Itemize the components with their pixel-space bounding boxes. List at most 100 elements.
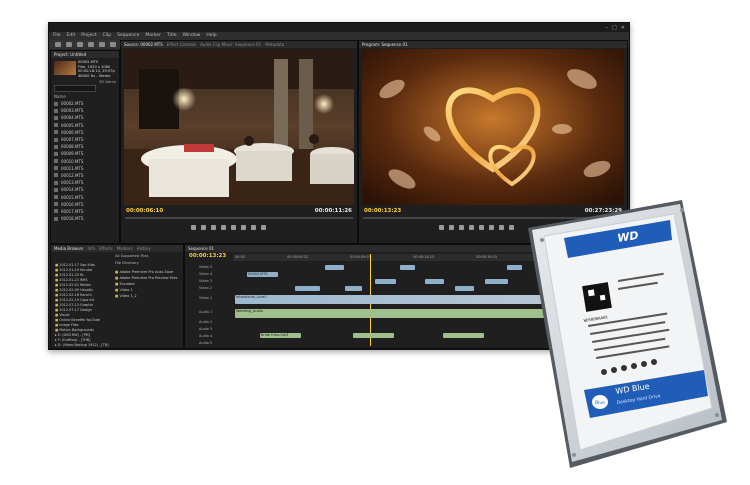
clip-file-icon	[54, 130, 58, 135]
menu-project[interactable]: Project	[81, 32, 96, 40]
overwrite-icon[interactable]	[251, 225, 256, 230]
name-column-header[interactable]: Name	[54, 94, 66, 99]
tab-source[interactable]: Source: 00002.MTS	[124, 41, 163, 48]
export-frame-icon[interactable]	[261, 225, 266, 230]
menu-file[interactable]: File	[53, 32, 61, 40]
list-item[interactable]: 00018.MTS	[51, 215, 119, 222]
insert-icon[interactable]	[241, 225, 246, 230]
source-timecode-in[interactable]: 00:00:06:10	[126, 208, 163, 214]
step-forward-icon[interactable]	[231, 225, 236, 230]
menu-sequence[interactable]: Sequence	[117, 32, 139, 40]
tab-effects[interactable]: Effects	[99, 245, 113, 252]
list-item[interactable]: 00009.MTS	[51, 150, 119, 157]
ripple-edit-tool-icon[interactable]	[77, 42, 83, 47]
video-clip-main[interactable]: Intentional_Love1	[235, 295, 571, 304]
video-clip[interactable]	[425, 279, 444, 284]
folder-label: Visual	[59, 313, 70, 317]
video-clip[interactable]	[507, 265, 522, 270]
menu-edit[interactable]: Edit	[67, 32, 76, 40]
tab-history[interactable]: History	[137, 245, 151, 252]
tab-markers[interactable]: Markers	[117, 245, 133, 252]
menu-window[interactable]: Window	[183, 32, 201, 40]
file-item[interactable]: ■ Video 1_2	[115, 293, 181, 299]
list-item[interactable]: 00003.MTS	[51, 107, 119, 114]
track-header-video-4[interactable]: Video 4	[185, 271, 247, 277]
video-clip[interactable]	[375, 279, 396, 284]
list-item[interactable]: 00010.MTS	[51, 158, 119, 165]
list-item[interactable]: 00013.MTS	[51, 179, 119, 186]
audio-clip[interactable]: Wedding_Audio	[235, 309, 571, 318]
menu-help[interactable]: Help	[206, 32, 216, 40]
drive-label: G: (Video Backup 1912) - [TB]	[57, 343, 109, 347]
mark-out-icon[interactable]	[201, 225, 206, 230]
mark-in-icon[interactable]	[191, 225, 196, 230]
list-item[interactable]: 00015.MTS	[51, 193, 119, 200]
mark-in-icon[interactable]	[439, 225, 444, 230]
audio-clip[interactable]	[353, 333, 394, 338]
extract-icon[interactable]	[499, 225, 504, 230]
track-header-audio-5[interactable]: Audio 5	[185, 340, 247, 346]
tab-info[interactable]: Info	[88, 245, 96, 252]
track-header-audio-3[interactable]: Audio 3	[185, 326, 247, 332]
razor-tool-icon[interactable]	[88, 42, 94, 47]
tab-sequence[interactable]: Sequence 01	[188, 245, 214, 252]
list-item[interactable]: 00007.MTS	[51, 136, 119, 143]
video-clip[interactable]	[345, 286, 362, 291]
list-item[interactable]: 00006.MTS	[51, 129, 119, 136]
track-header-video-2[interactable]: Video 2	[185, 285, 247, 291]
lift-icon[interactable]	[489, 225, 494, 230]
video-clip[interactable]	[295, 286, 320, 291]
tab-audio-mixer[interactable]: Audio Clip Mixer: Sequence 01	[200, 41, 261, 48]
tab-program[interactable]: Program: Sequence 01	[362, 41, 408, 48]
slip-tool-icon[interactable]	[99, 42, 105, 47]
video-clip[interactable]: 00002.MTS	[247, 272, 278, 277]
tab-metadata[interactable]: Metadata	[265, 41, 284, 48]
tab-effect-controls[interactable]: Effect Controls	[167, 41, 196, 48]
list-item[interactable]: 00014.MTS	[51, 186, 119, 193]
source-scrub-bar[interactable]	[125, 217, 353, 219]
program-timecode-in[interactable]: 00:00:13:23	[364, 208, 401, 214]
track-header-video-5[interactable]: Video 5	[185, 264, 247, 270]
export-frame-icon[interactable]	[509, 225, 514, 230]
video-clip[interactable]	[455, 286, 474, 291]
tab-media-browser[interactable]: Media Browser	[54, 245, 84, 252]
audio-clip[interactable]: Bride Intro.mp3	[260, 333, 301, 338]
track-header-audio-4[interactable]: Audio 4	[185, 333, 247, 339]
video-clip[interactable]	[485, 279, 508, 284]
view-as-select[interactable]: File Directory	[115, 261, 139, 265]
list-item[interactable]: 00011.MTS	[51, 165, 119, 172]
track-header-video-3[interactable]: Video 3	[185, 278, 247, 284]
file-label: Encoded	[119, 282, 135, 286]
media-browser-panel: Media Browser Info Effects Markers Histo…	[50, 244, 184, 349]
menu-title[interactable]: Title	[167, 32, 177, 40]
list-item[interactable]: 00002.MTS	[51, 100, 119, 107]
mark-out-icon[interactable]	[449, 225, 454, 230]
files-of-type-select[interactable]: All Supported Files	[115, 254, 148, 258]
list-item[interactable]: 00004.MTS	[51, 114, 119, 121]
project-search[interactable]	[54, 85, 96, 92]
drive-item[interactable]: ▸ G: (Video Backup 1912) - [TB]	[55, 343, 113, 348]
list-item[interactable]: 00005.MTS	[51, 122, 119, 129]
track-select-tool-icon[interactable]	[66, 42, 72, 47]
menu-clip[interactable]: Clip	[103, 32, 112, 40]
step-back-icon[interactable]	[459, 225, 464, 230]
play-icon[interactable]	[469, 225, 474, 230]
list-item[interactable]: 00012.MTS	[51, 172, 119, 179]
video-clip[interactable]	[325, 265, 344, 270]
menu-marker[interactable]: Marker	[145, 32, 161, 40]
list-item-label: 00013.MTS	[61, 180, 84, 186]
list-item[interactable]: 00008.MTS	[51, 143, 119, 150]
list-item[interactable]: 00016.MTS	[51, 201, 119, 208]
audio-clip[interactable]	[443, 333, 484, 338]
play-icon[interactable]	[221, 225, 226, 230]
clip-label: 00002.MTS	[248, 272, 268, 276]
track-header-audio-2[interactable]: Audio 2	[185, 319, 247, 325]
tab-project[interactable]: Project: Untitled	[54, 51, 86, 58]
step-back-icon[interactable]	[211, 225, 216, 230]
selection-tool-icon[interactable]	[55, 42, 61, 47]
list-item[interactable]: 00017.MTS	[51, 208, 119, 215]
step-forward-icon[interactable]	[479, 225, 484, 230]
video-clip[interactable]	[400, 265, 415, 270]
timeline-timecode[interactable]: 00:00:13:23	[189, 253, 226, 259]
pen-tool-icon[interactable]	[110, 42, 116, 47]
